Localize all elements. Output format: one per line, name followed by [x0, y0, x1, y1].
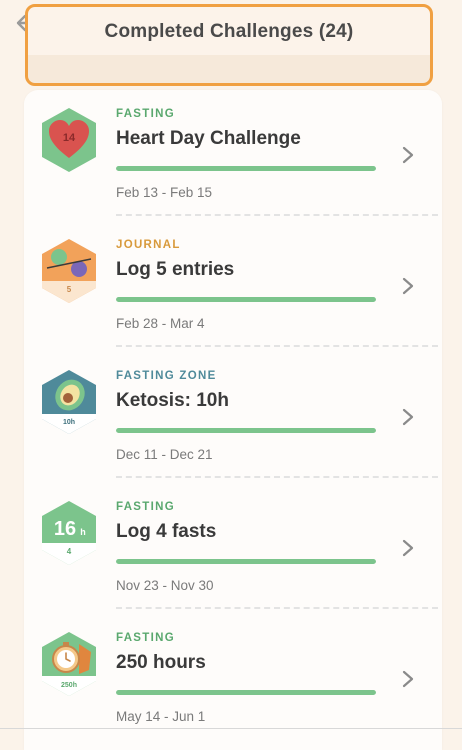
challenge-dates: Nov 23 - Nov 30: [116, 578, 214, 593]
svg-text:14: 14: [63, 132, 76, 144]
chevron-right-icon: [402, 277, 414, 295]
challenge-item-250-hours[interactable]: 250h FASTING 250 hours May 14 - Jun 1: [24, 614, 442, 745]
challenge-item-heart-day[interactable]: 14 FASTING Heart Day Challenge Feb 13 - …: [24, 90, 442, 221]
challenge-item-ketosis[interactable]: 10h FASTING ZONE Ketosis: 10h Dec 11 - D…: [24, 352, 442, 483]
heart-day-badge-icon: 14: [42, 108, 96, 172]
journal-badge-icon: 5: [42, 239, 96, 303]
divider: [116, 214, 438, 216]
challenge-progress-bar: [116, 428, 376, 433]
challenge-name: Log 5 entries: [116, 259, 235, 280]
svg-text:h: h: [80, 527, 86, 537]
chevron-right-icon: [402, 408, 414, 426]
chevron-right-icon: [402, 670, 414, 688]
challenge-dates: Dec 11 - Dec 21: [116, 447, 213, 462]
avocado-badge-icon: 10h: [42, 370, 96, 434]
divider: [116, 476, 438, 478]
divider: [116, 607, 438, 609]
16h-badge-icon: 16 h 4: [42, 501, 96, 565]
challenge-name: Heart Day Challenge: [116, 128, 301, 149]
bottom-divider: [0, 728, 462, 729]
challenge-progress-bar: [116, 297, 376, 302]
challenge-category: FASTING: [116, 501, 175, 513]
svg-text:4: 4: [67, 547, 72, 556]
challenge-item-journal[interactable]: 5 JOURNAL Log 5 entries Feb 28 - Mar 4: [24, 221, 442, 352]
challenge-dates: Feb 13 - Feb 15: [116, 185, 213, 200]
page-title: Completed Challenges (24): [104, 21, 354, 42]
challenge-name: Ketosis: 10h: [116, 390, 229, 411]
chevron-right-icon: [402, 539, 414, 557]
challenges-card: 14 FASTING Heart Day Challenge Feb 13 - …: [24, 90, 442, 750]
chevron-right-icon: [402, 146, 414, 164]
svg-text:16: 16: [54, 518, 76, 540]
header: Completed Challenges (24): [0, 0, 462, 90]
challenge-name: Log 4 fasts: [116, 521, 217, 542]
challenge-name: 250 hours: [116, 652, 206, 673]
challenge-category: FASTING: [116, 632, 175, 644]
stopwatch-badge-icon: 250h: [42, 632, 96, 696]
challenge-category: JOURNAL: [116, 239, 181, 251]
title-highlight-box: Completed Challenges (24): [25, 4, 433, 86]
challenge-item-log-fasts[interactable]: 16 h 4 FASTING Log 4 fasts Nov 23 - Nov …: [24, 483, 442, 614]
challenge-progress-bar: [116, 690, 376, 695]
svg-text:250h: 250h: [61, 682, 77, 689]
challenge-progress-bar: [116, 559, 376, 564]
challenge-category: FASTING ZONE: [116, 370, 217, 382]
challenge-dates: May 14 - Jun 1: [116, 709, 206, 724]
svg-text:10h: 10h: [63, 419, 75, 426]
divider: [116, 345, 438, 347]
challenge-dates: Feb 28 - Mar 4: [116, 316, 205, 331]
challenge-progress-bar: [116, 166, 376, 171]
challenge-category: FASTING: [116, 108, 175, 120]
svg-text:5: 5: [67, 285, 72, 294]
